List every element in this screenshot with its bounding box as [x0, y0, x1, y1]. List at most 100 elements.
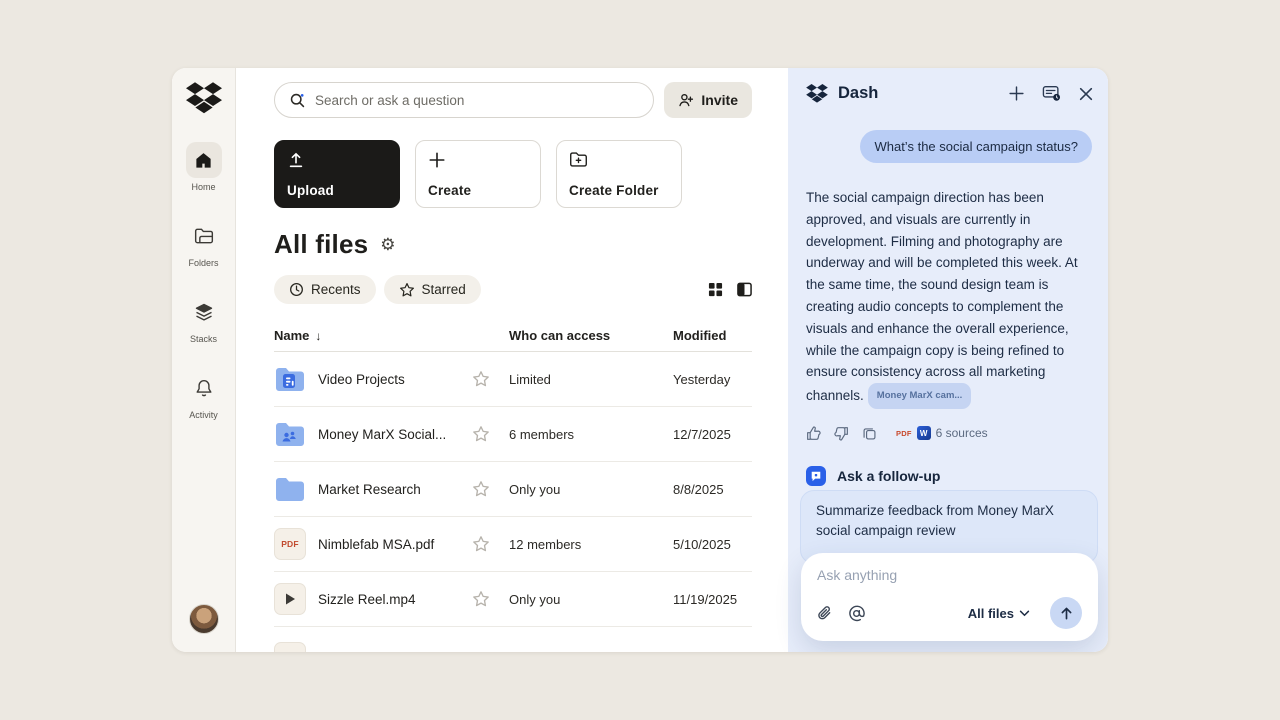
topbar: Invite: [274, 82, 752, 118]
access-cell: 6 members: [509, 427, 673, 442]
settings-gear-icon[interactable]: ⚙: [380, 236, 395, 253]
dash-panel: Dash What’s the social campaign status? …: [788, 68, 1108, 652]
assistant-answer: The social campaign direction has been a…: [806, 187, 1094, 409]
split-view-icon[interactable]: [737, 282, 752, 297]
dash-header: Dash: [806, 84, 1094, 103]
sort-down-icon: ↓: [315, 329, 321, 343]
star-icon: [399, 282, 415, 298]
dropbox-logo-icon: [186, 82, 222, 114]
scope-selector[interactable]: All files: [968, 606, 1030, 621]
modified-cell: Yesterday: [673, 372, 752, 387]
grid-view-icon[interactable]: [708, 282, 723, 297]
starred-filter-chip[interactable]: Starred: [384, 275, 481, 304]
copy-button[interactable]: [862, 426, 877, 441]
recents-label: Recents: [311, 282, 361, 297]
sidebar-item-label: Stacks: [190, 334, 217, 344]
close-panel-button[interactable]: [1078, 86, 1094, 102]
upload-button[interactable]: Upload: [274, 140, 400, 208]
sidebar-item-activity[interactable]: Activity: [186, 370, 222, 420]
access-cell: Only you: [509, 482, 673, 497]
pdf-file-icon: PDF: [274, 528, 306, 560]
table-row[interactable]: Market Research Only you 8/8/2025: [274, 462, 752, 517]
column-header-name[interactable]: Name↓: [274, 328, 472, 343]
modified-cell: 12/7/2025: [673, 427, 752, 442]
row-star-icon[interactable]: [472, 425, 509, 443]
quick-actions: Upload Create Create Folder: [274, 140, 752, 208]
row-star-icon[interactable]: [472, 535, 509, 553]
column-header-access[interactable]: Who can access: [509, 328, 673, 343]
file-name: Sizzle Reel.mp4: [318, 592, 416, 607]
chat-bubble-icon: [806, 466, 826, 486]
file-name: Video Projects: [318, 372, 405, 387]
dash-title: Dash: [838, 84, 878, 103]
thumbs-down-button[interactable]: [834, 426, 849, 441]
app-window: Home Folders Stacks Activity: [172, 68, 1108, 652]
search-bar[interactable]: [274, 82, 654, 118]
row-star-icon[interactable]: [472, 590, 509, 608]
plus-icon: [428, 151, 528, 169]
files-table: Name↓ Who can access Modified Video Proj…: [274, 328, 752, 652]
row-star-icon[interactable]: [472, 370, 509, 388]
folder-shared-icon: [274, 420, 306, 448]
folder-plus-icon: [569, 151, 669, 168]
mention-button[interactable]: [848, 605, 865, 622]
table-row[interactable]: Video Projects Limited Yesterday: [274, 352, 752, 407]
access-cell: Limited: [509, 372, 673, 387]
ask-input-card: All files: [801, 553, 1098, 641]
send-button[interactable]: [1050, 597, 1082, 629]
answer-text: The social campaign direction has been a…: [806, 190, 1078, 403]
create-button[interactable]: Create: [415, 140, 541, 208]
user-avatar[interactable]: [189, 604, 219, 634]
filter-row: Recents Starred: [274, 275, 752, 304]
sidebar-item-folders[interactable]: Folders: [186, 218, 222, 268]
word-source-icon: W: [917, 426, 931, 440]
table-row-partial[interactable]: [274, 627, 752, 652]
invite-button[interactable]: Invite: [664, 82, 752, 118]
clock-icon: [289, 282, 304, 297]
search-input[interactable]: [315, 93, 639, 108]
sidebar-item-label: Home: [191, 182, 215, 192]
sidebar-item-label: Activity: [189, 410, 218, 420]
user-message-bubble: What’s the social campaign status?: [860, 130, 1092, 163]
search-icon: [289, 92, 306, 109]
folder-video-icon: [274, 365, 306, 393]
follow-up-row[interactable]: Ask a follow-up: [806, 466, 1094, 486]
stacks-icon: [194, 302, 214, 322]
table-row[interactable]: PDF Nimblefab MSA.pdf 12 members 5/10/20…: [274, 517, 752, 572]
folders-icon: [194, 227, 214, 245]
sidebar-item-stacks[interactable]: Stacks: [186, 294, 222, 344]
sources-count: 6 sources: [936, 426, 988, 440]
sidebar-item-home[interactable]: Home: [186, 142, 222, 192]
pdf-source-icon: PDF: [896, 429, 912, 438]
file-name: Nimblefab MSA.pdf: [318, 537, 434, 552]
ask-input[interactable]: [817, 567, 1082, 583]
file-name: Market Research: [318, 482, 421, 497]
source-chip[interactable]: Money MarX cam...: [868, 383, 972, 409]
attach-button[interactable]: [817, 605, 832, 622]
new-chat-button[interactable]: [1008, 85, 1025, 102]
sources-group[interactable]: PDF W 6 sources: [896, 426, 988, 440]
chevron-down-icon: [1019, 610, 1030, 617]
recents-filter-chip[interactable]: Recents: [274, 275, 376, 304]
invite-person-icon: [678, 92, 694, 108]
row-star-icon[interactable]: [472, 480, 509, 498]
create-folder-label: Create Folder: [569, 183, 669, 198]
sidebar: Home Folders Stacks Activity: [172, 68, 236, 652]
create-folder-button[interactable]: Create Folder: [556, 140, 682, 208]
follow-up-label: Ask a follow-up: [837, 468, 940, 484]
upload-icon: [287, 151, 387, 169]
table-row[interactable]: Money MarX Social... 6 members 12/7/2025: [274, 407, 752, 462]
scope-label: All files: [968, 606, 1014, 621]
table-row[interactable]: Sizzle Reel.mp4 Only you 11/19/2025: [274, 572, 752, 627]
page-title: All files: [274, 229, 368, 260]
modified-cell: 11/19/2025: [673, 592, 752, 607]
file-icon-partial: [274, 642, 306, 652]
main-content: Invite Upload Create Create Folder: [236, 68, 788, 652]
sidebar-item-label: Folders: [188, 258, 218, 268]
starred-label: Starred: [422, 282, 466, 297]
column-header-modified[interactable]: Modified: [673, 328, 752, 343]
chat-history-button[interactable]: [1042, 85, 1061, 102]
thumbs-up-button[interactable]: [806, 426, 821, 441]
home-icon: [194, 151, 213, 170]
bell-icon: [195, 378, 213, 398]
